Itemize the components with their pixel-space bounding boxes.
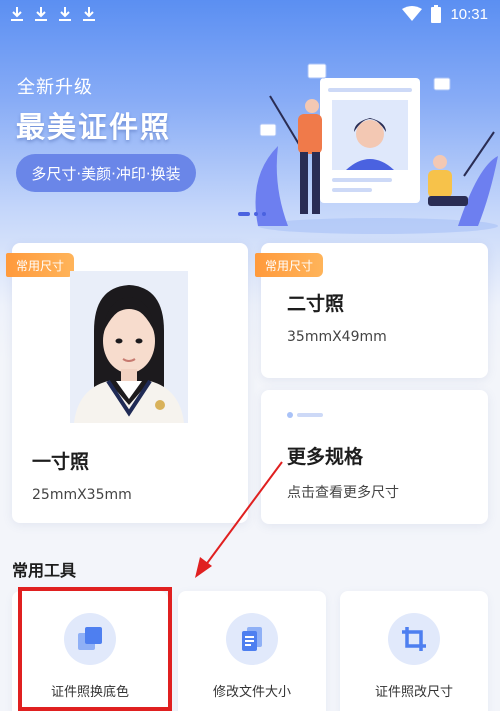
card-title: 二寸照 <box>287 293 345 315</box>
card-one-inch[interactable]: 常用尺寸 一寸照 25mmX35mm <box>6 243 248 523</box>
download-icon <box>83 7 95 21</box>
layers-icon <box>64 613 116 665</box>
common-size-tag: 常用尺寸 <box>6 253 75 277</box>
decorative-dots <box>287 412 323 418</box>
wifi-icon <box>402 6 423 21</box>
common-size-tag: 常用尺寸 <box>255 253 324 277</box>
tool-resize-file[interactable]: 修改文件大小 <box>178 591 326 711</box>
download-icon <box>11 7 23 21</box>
crop-icon <box>388 613 440 665</box>
card-title: 更多规格 <box>287 446 364 468</box>
document-icon <box>226 613 278 665</box>
status-time: 10:31 <box>450 5 488 23</box>
card-size: 35mmX49mm <box>287 329 387 345</box>
tool-label: 修改文件大小 <box>212 685 291 700</box>
hero-illustration <box>238 63 498 234</box>
tool-label: 证件照改尺寸 <box>374 685 453 700</box>
status-bar: 10:31 <box>0 0 500 28</box>
hero-feature-pill[interactable]: 多尺寸·美颜·冲印·换装 <box>16 154 196 192</box>
sample-portrait <box>70 271 188 423</box>
card-description: 点击查看更多尺寸 <box>287 485 399 501</box>
tool-change-background[interactable]: 证件照换底色 <box>12 591 168 711</box>
card-more-specs[interactable]: 更多规格 点击查看更多尺寸 <box>261 390 488 524</box>
tool-label: 证件照换底色 <box>50 685 129 700</box>
hero-title: 最美证件照 <box>16 110 172 144</box>
hero-subtitle: 全新升级 <box>17 77 93 98</box>
battery-icon <box>431 5 442 23</box>
tool-change-size[interactable]: 证件照改尺寸 <box>340 591 488 711</box>
section-title-tools: 常用工具 <box>12 561 77 580</box>
card-title: 一寸照 <box>32 451 90 473</box>
download-notifications <box>10 6 96 22</box>
card-size: 25mmX35mm <box>32 487 132 503</box>
card-two-inch[interactable]: 常用尺寸 二寸照 35mmX49mm <box>255 243 488 378</box>
download-icon <box>35 7 47 21</box>
download-icon <box>59 7 71 21</box>
